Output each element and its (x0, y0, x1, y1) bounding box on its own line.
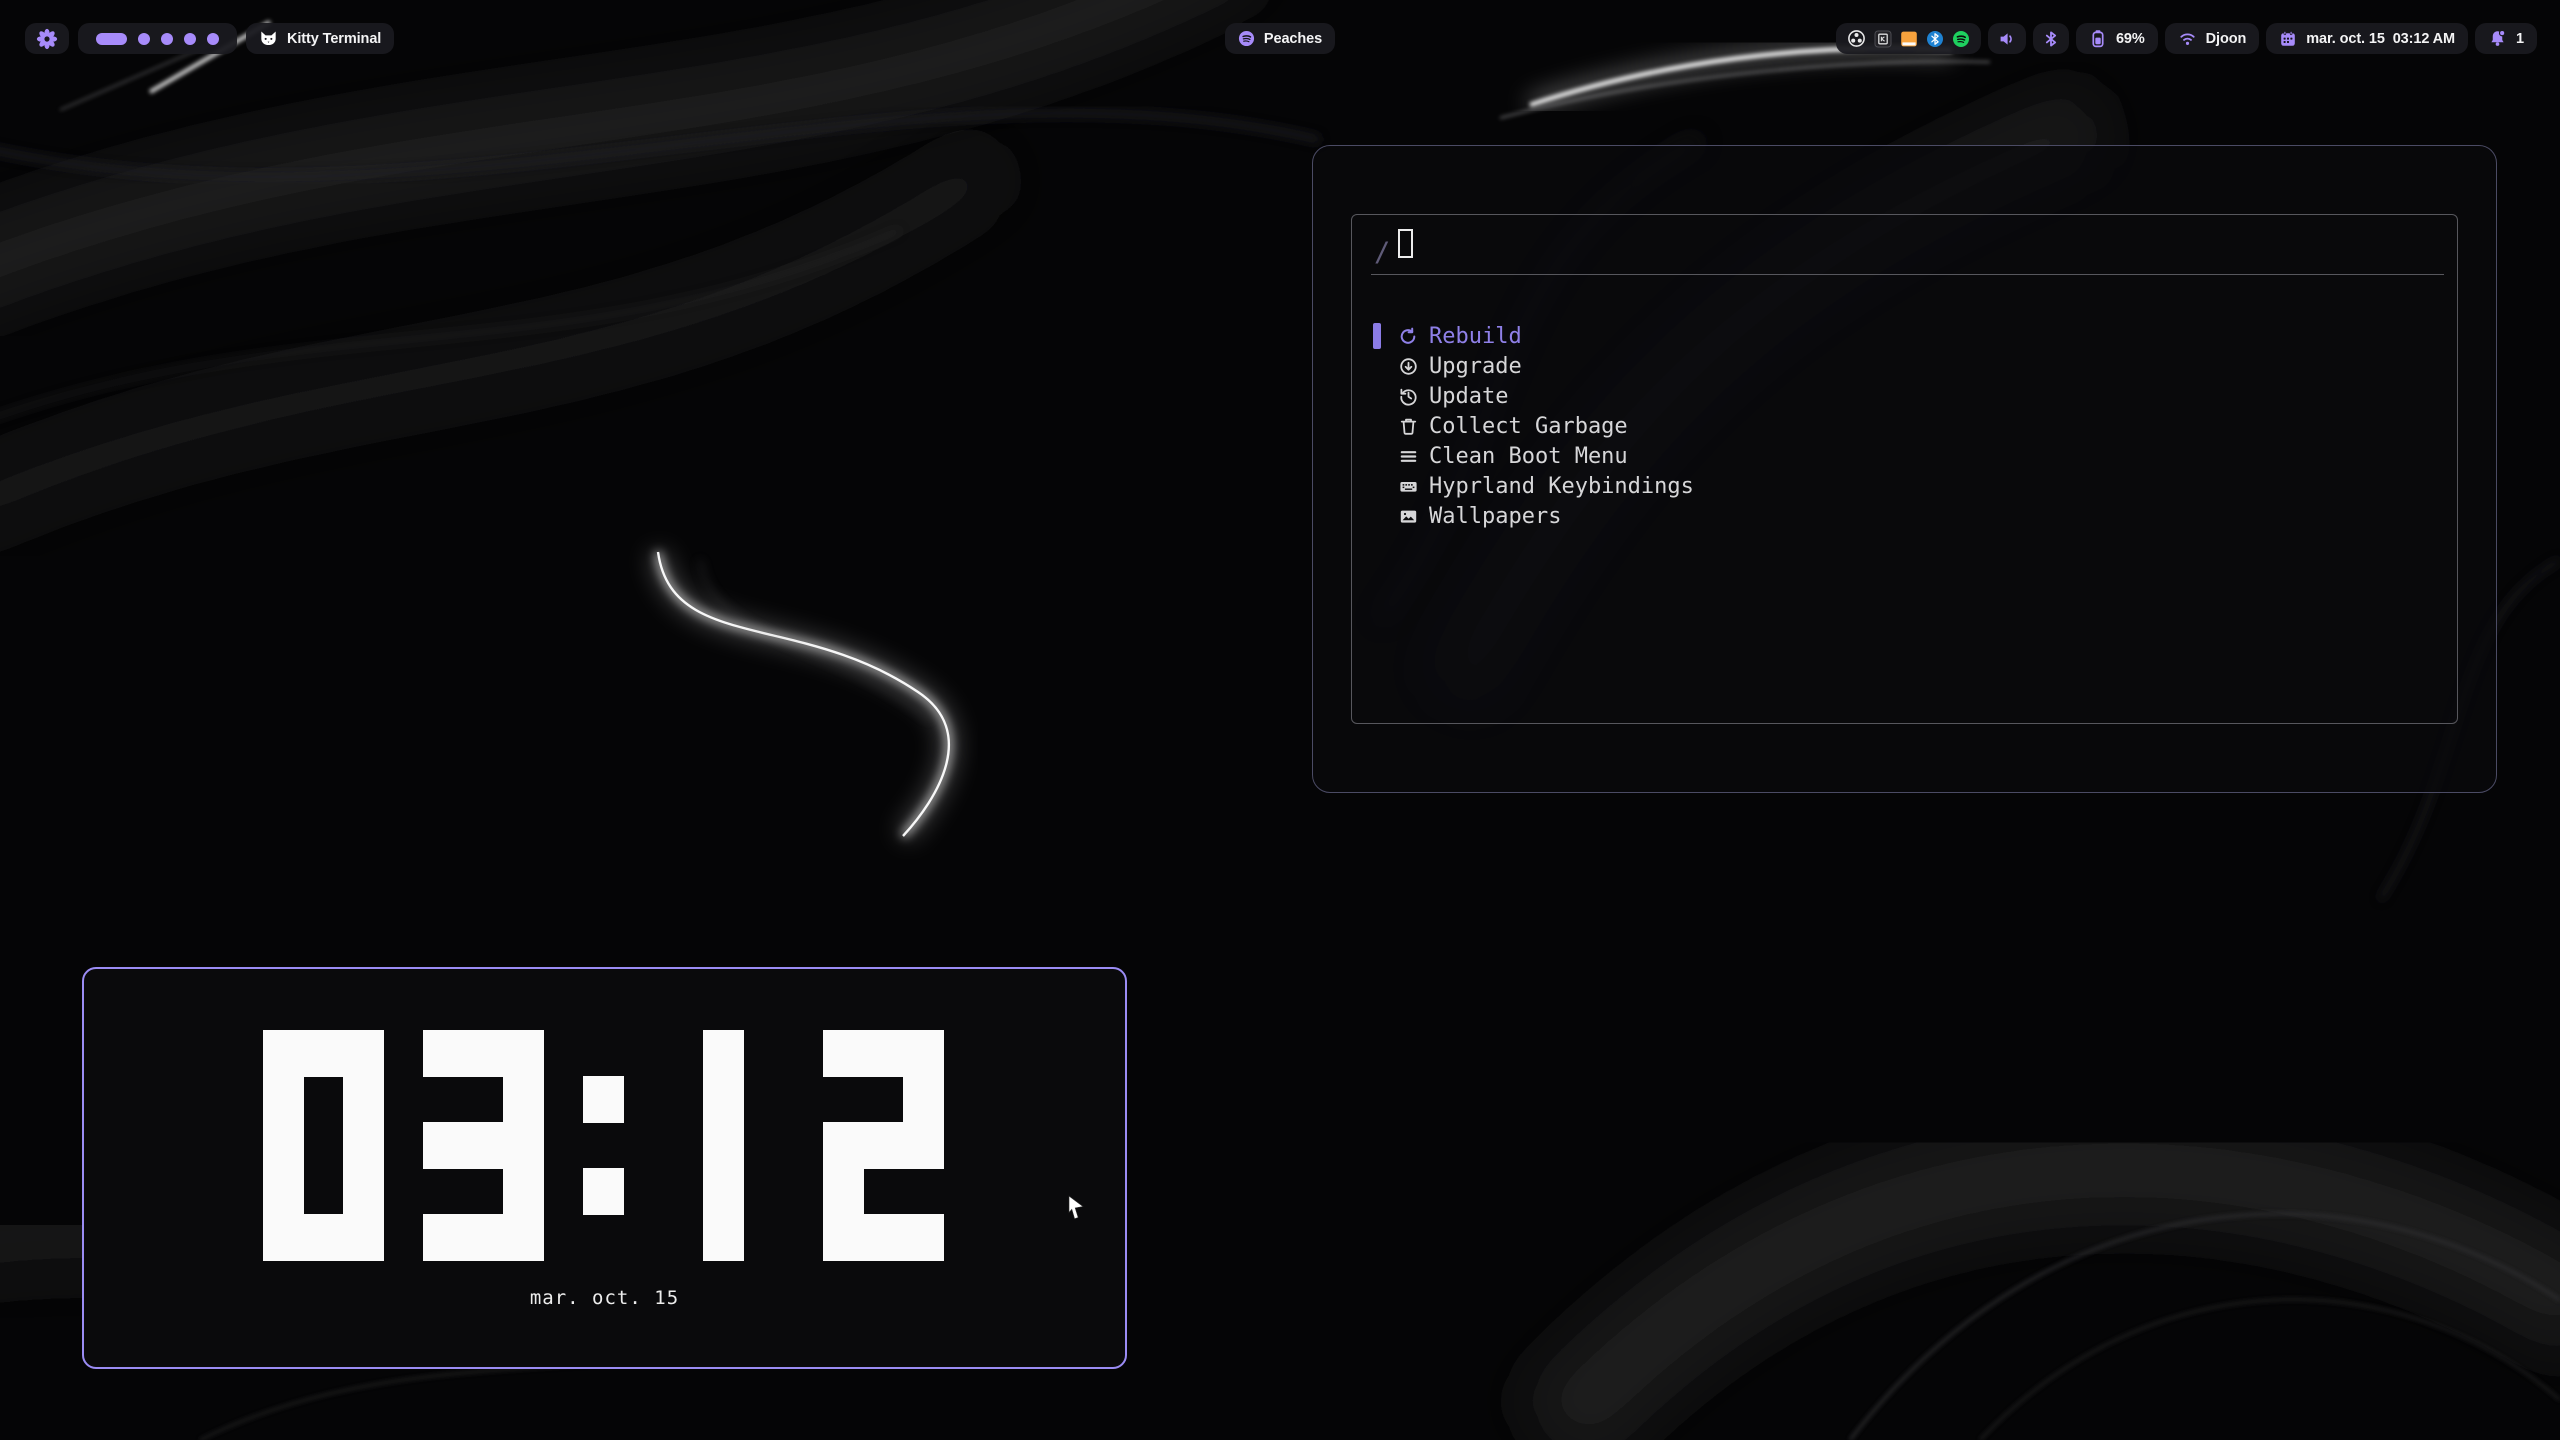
clock-time (263, 1030, 943, 1260)
battery-button[interactable]: 69% (2076, 23, 2158, 54)
bluetooth-tray-icon (1926, 30, 1944, 48)
menu-item[interactable]: Hyprland Keybindings (1352, 471, 2457, 501)
menu-item-label: Collect Garbage (1429, 414, 1628, 439)
workspace-dot[interactable] (138, 33, 150, 45)
network-button[interactable]: Djoon (2165, 23, 2260, 54)
battery-label: 69% (2116, 31, 2145, 47)
menu-item-label: Upgrade (1429, 354, 1522, 379)
clock-widget[interactable]: mar. oct. 15 (82, 967, 1127, 1369)
terminal-label: Kitty Terminal (287, 31, 381, 47)
menu-item[interactable]: Upgrade (1352, 351, 2457, 381)
spotify-media-icon (1238, 30, 1255, 47)
topbar-right: 69% Djoon (1836, 23, 2537, 54)
menu-item[interactable]: Clean Boot Menu (1352, 441, 2457, 471)
clock-digit (423, 1030, 543, 1260)
flower-icon (36, 28, 58, 50)
prompt-symbol: / (1374, 239, 1390, 266)
menu-item[interactable]: Collect Garbage (1352, 411, 2457, 441)
clock-colon (583, 1030, 623, 1260)
topbar-left: Kitty Terminal (25, 23, 394, 54)
notifications-button[interactable]: 1 (2475, 23, 2537, 54)
workspace-active[interactable] (96, 33, 127, 45)
update-icon (1398, 386, 1419, 407)
selection-bar (1373, 323, 1381, 349)
network-label: Djoon (2206, 31, 2247, 47)
trash-icon (1398, 416, 1419, 437)
menu-item[interactable]: Rebuild (1352, 321, 2457, 351)
orange-app-icon (1900, 30, 1918, 48)
launcher-panel: / Rebuild Upgrade Update Collect Garbage… (1351, 214, 2458, 724)
workspace-dot[interactable] (184, 33, 196, 45)
calendar-icon (2279, 30, 2297, 48)
battery-icon (2089, 29, 2107, 48)
workspace-switcher[interactable] (78, 23, 237, 54)
volume-button[interactable] (1988, 23, 2026, 54)
keyboard-icon (1398, 476, 1419, 497)
text-cursor (1398, 229, 1413, 258)
notifications-count: 1 (2516, 31, 2524, 47)
obs-icon (1847, 29, 1866, 48)
volume-icon (1998, 30, 2016, 48)
settings-button[interactable] (25, 23, 69, 54)
clock-digit (663, 1030, 783, 1260)
clock-digit (263, 1030, 383, 1260)
cat-icon (259, 29, 278, 48)
system-tray[interactable] (1836, 23, 1981, 54)
launcher-window: / Rebuild Upgrade Update Collect Garbage… (1312, 145, 2497, 793)
datetime-label: mar. oct. 15 03:12 AM (2306, 31, 2455, 47)
menu-item[interactable]: Wallpapers (1352, 501, 2457, 531)
menu-item-label: Update (1429, 384, 1508, 409)
bell-icon (2488, 29, 2507, 48)
bluetooth-button[interactable] (2033, 23, 2069, 54)
datetime-button[interactable]: mar. oct. 15 03:12 AM (2266, 23, 2468, 54)
clock-date: mar. oct. 15 (84, 1287, 1125, 1309)
menu-item-label: Hyprland Keybindings (1429, 474, 1694, 499)
menu-item[interactable]: Update (1352, 381, 2457, 411)
refresh-icon (1398, 326, 1419, 347)
launcher-menu: Rebuild Upgrade Update Collect Garbage C… (1352, 321, 2457, 531)
menu-item-label: Wallpapers (1429, 504, 1561, 529)
media-button[interactable]: Peaches (1225, 23, 1335, 54)
menu-item-label: Clean Boot Menu (1429, 444, 1628, 469)
bluetooth-icon (2042, 30, 2060, 48)
workspace-dot[interactable] (161, 33, 173, 45)
workspace-dot[interactable] (207, 33, 219, 45)
list-icon (1398, 446, 1419, 467)
wifi-icon (2178, 29, 2197, 48)
upgrade-icon (1398, 356, 1419, 377)
divider (1371, 274, 2444, 275)
spotify-tray-icon (1952, 30, 1970, 48)
terminal-button[interactable]: Kitty Terminal (246, 23, 394, 54)
media-label: Peaches (1264, 31, 1322, 47)
image-icon (1398, 506, 1419, 527)
k-app-icon (1874, 30, 1892, 48)
menu-item-label: Rebuild (1429, 324, 1522, 349)
mouse-cursor (1068, 1195, 1090, 1223)
clock-digit (823, 1030, 943, 1260)
desktop: Kitty Terminal Peaches (0, 0, 2560, 1440)
